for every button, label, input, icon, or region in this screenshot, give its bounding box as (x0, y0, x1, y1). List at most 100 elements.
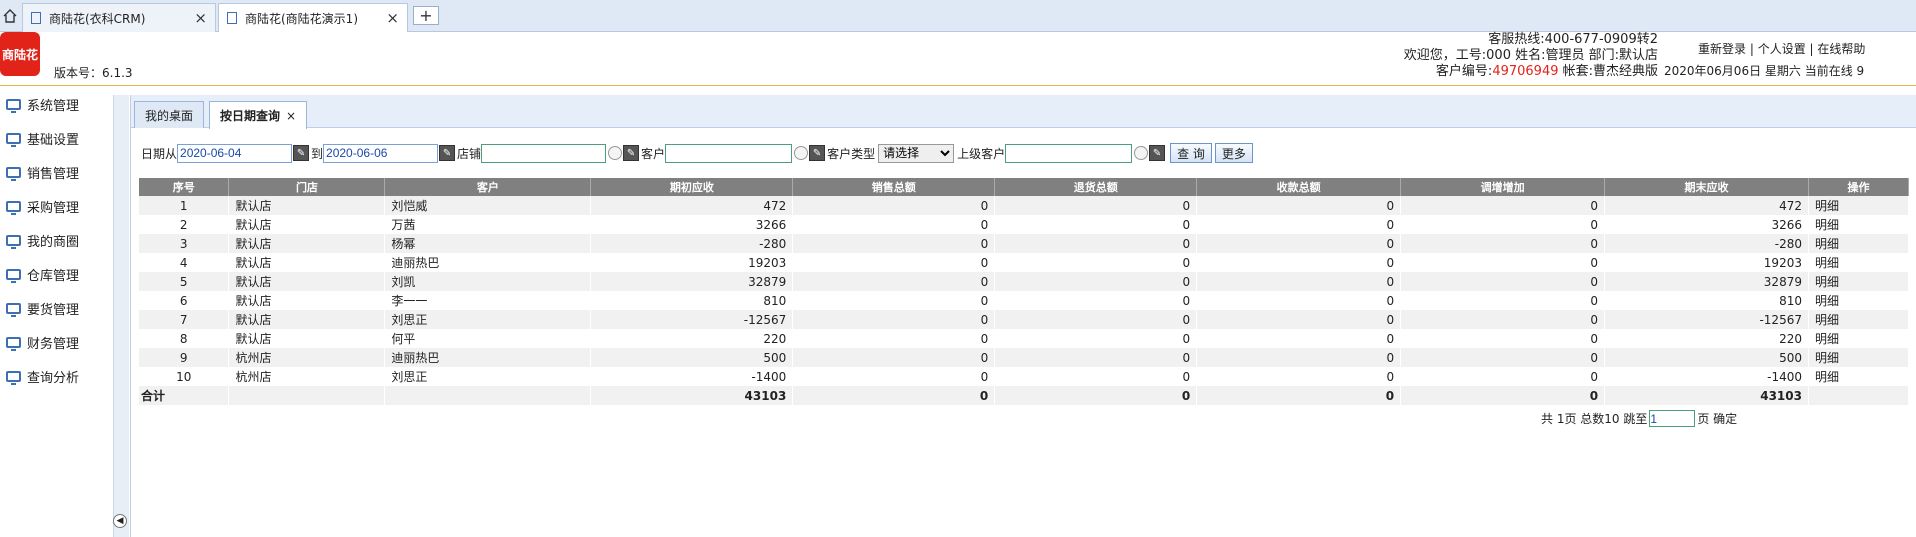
customer-no-label: 客户编号: (1435, 64, 1493, 79)
monitor-icon (6, 132, 21, 147)
separator: | (1805, 42, 1818, 56)
detail-link[interactable]: 明细 (1808, 367, 1910, 386)
customer-type-select[interactable]: 请选择 (878, 143, 955, 163)
page-jump-input[interactable] (1649, 410, 1696, 427)
close-icon[interactable]: × (194, 9, 207, 27)
column-header[interactable]: 客户 (384, 178, 592, 196)
search-button[interactable]: 查 询 (1170, 143, 1212, 163)
search-icon[interactable] (794, 146, 809, 160)
table-cell: 默认店 (228, 234, 386, 253)
chevron-left-icon[interactable]: ◀ (113, 514, 127, 528)
online-help-link[interactable]: 在线帮助 (1817, 42, 1865, 56)
table-cell: 3266 (1604, 215, 1809, 234)
table-cell: -1400 (1604, 367, 1809, 386)
column-header[interactable]: 序号 (139, 178, 230, 196)
table-cell: 3 (139, 234, 230, 253)
new-tab-button[interactable]: + (413, 6, 439, 25)
sidebar-item-label: 查询分析 (27, 370, 80, 386)
sidebar-item-query-analysis[interactable]: 查询分析 (0, 359, 130, 393)
table-cell: 7 (139, 310, 230, 329)
tab-label: 按日期查询 (220, 109, 281, 123)
table-cell: 默认店 (228, 215, 386, 234)
table-cell: 迪丽热巴 (384, 253, 592, 272)
column-header[interactable]: 销售总额 (792, 178, 996, 196)
total-cell (228, 386, 386, 405)
home-icon[interactable] (0, 4, 20, 28)
browser-tab-crm[interactable]: 商陆花(衣科CRM) × (22, 3, 216, 32)
browser-tab-demo[interactable]: 商陆花(商陆花演示1) × (218, 3, 408, 32)
date-picker-icon[interactable]: ✎ (439, 145, 456, 161)
table-cell: 杭州店 (228, 367, 386, 386)
monitor-icon (6, 302, 21, 317)
sidebar-item-business-circle[interactable]: 我的商圈 (0, 223, 130, 257)
date-to-input[interactable] (323, 143, 439, 163)
table-cell: 默认店 (228, 291, 386, 310)
total-cell: 43103 (1604, 386, 1809, 405)
date-picker-icon[interactable]: ✎ (293, 145, 310, 161)
customer-input[interactable] (665, 143, 793, 163)
sidebar-item-requisition[interactable]: 要货管理 (0, 291, 130, 325)
column-header[interactable]: 退货总额 (994, 178, 1198, 196)
table-cell: 0 (1400, 348, 1606, 367)
store-input[interactable] (481, 143, 607, 163)
table-cell: 0 (1196, 272, 1402, 291)
column-header[interactable]: 期初应收 (590, 178, 794, 196)
detail-link[interactable]: 明细 (1808, 215, 1910, 234)
table-cell: 8 (139, 329, 230, 348)
pager-confirm[interactable]: 页 确定 (1697, 410, 1737, 427)
detail-link[interactable]: 明细 (1808, 348, 1910, 367)
search-icon[interactable] (1134, 146, 1149, 160)
tab-query-by-date[interactable]: 按日期查询 × (209, 101, 308, 129)
parent-customer-input[interactable] (1005, 143, 1133, 163)
table-cell: -280 (1604, 234, 1809, 253)
separator: | (1746, 42, 1758, 56)
tab-my-desktop[interactable]: 我的桌面 (134, 101, 205, 128)
column-header[interactable]: 门店 (228, 178, 386, 196)
sidebar-item-finance[interactable]: 财务管理 (0, 325, 130, 359)
date-from-input[interactable] (177, 143, 293, 163)
personal-settings-link[interactable]: 个人设置 (1758, 42, 1806, 56)
close-icon[interactable]: × (386, 9, 399, 27)
table-cell: 0 (792, 310, 996, 329)
parent-customer-label: 上级客户 (957, 146, 1006, 161)
table-row: 1 默认店 刘恺威 472 0 0 0 0 472 明细 (139, 196, 1910, 215)
column-header[interactable]: 收款总额 (1196, 178, 1402, 196)
table-cell: 3266 (590, 215, 794, 234)
detail-link[interactable]: 明细 (1808, 196, 1910, 215)
detail-link[interactable]: 明细 (1808, 291, 1910, 310)
sidebar-item-label: 财务管理 (27, 336, 80, 352)
customer-line: 客户编号:49706949 帐套:曹杰经典版 (1404, 64, 1658, 80)
sidebar-item-label: 仓库管理 (27, 268, 80, 284)
edit-icon[interactable]: ✎ (1149, 145, 1166, 161)
sidebar-item-label: 要货管理 (27, 302, 80, 318)
detail-link[interactable]: 明细 (1808, 329, 1910, 348)
sidebar-item-system[interactable]: 系统管理 (0, 87, 130, 121)
detail-link[interactable]: 明细 (1808, 234, 1910, 253)
sidebar-item-purchase[interactable]: 采购管理 (0, 189, 130, 223)
sidebar-item-warehouse[interactable]: 仓库管理 (0, 257, 130, 291)
table-cell: 5 (139, 272, 230, 291)
sidebar-item-sales[interactable]: 销售管理 (0, 155, 130, 189)
table-cell: 0 (792, 196, 996, 215)
detail-link[interactable]: 明细 (1808, 310, 1910, 329)
table-cell: 迪丽热巴 (384, 348, 592, 367)
search-icon[interactable] (608, 146, 623, 160)
column-header[interactable]: 调增增加 (1400, 178, 1606, 196)
edit-icon[interactable]: ✎ (809, 145, 826, 161)
detail-link[interactable]: 明细 (1808, 272, 1910, 291)
more-button[interactable]: 更多 (1214, 143, 1253, 163)
sidebar-item-label: 系统管理 (27, 98, 80, 114)
table-cell: -12567 (1604, 310, 1809, 329)
column-header[interactable]: 期末应收 (1604, 178, 1809, 196)
monitor-icon (6, 98, 21, 113)
sidebar-splitter[interactable] (113, 95, 129, 537)
column-header[interactable]: 操作 (1808, 178, 1910, 196)
table-row: 2 默认店 万茜 3266 0 0 0 0 3266 明细 (139, 215, 1910, 234)
close-icon[interactable]: × (286, 109, 296, 123)
account-info: 客服热线:400-677-0909转2 欢迎您，工号:000 姓名:管理员 部门… (1404, 32, 1658, 80)
edit-icon[interactable]: ✎ (623, 145, 640, 161)
table-row: 4 默认店 迪丽热巴 19203 0 0 0 0 19203 明细 (139, 253, 1910, 272)
relogin-link[interactable]: 重新登录 (1698, 42, 1746, 56)
sidebar-item-basic-settings[interactable]: 基础设置 (0, 121, 130, 155)
detail-link[interactable]: 明细 (1808, 253, 1910, 272)
